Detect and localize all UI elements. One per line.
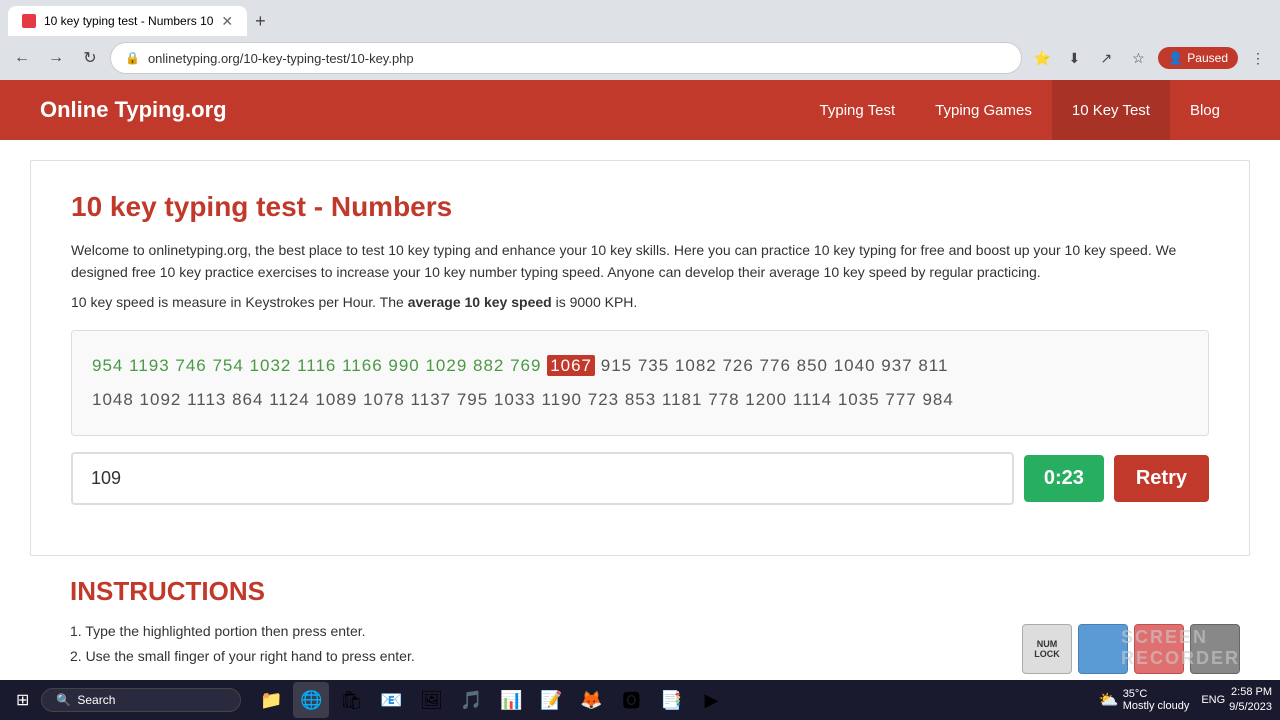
typing-input[interactable] bbox=[71, 452, 1014, 505]
taskbar-app-edge[interactable]: 🦊 bbox=[573, 682, 609, 718]
lock-icon: 🔒 bbox=[125, 51, 140, 65]
refresh-button[interactable]: ↻ bbox=[76, 44, 104, 72]
current-word: 1067 bbox=[547, 355, 595, 376]
url-text: onlinetyping.org/10-key-typing-test/10-k… bbox=[148, 51, 1007, 66]
taskbar-clock: 2:58 PM 9/5/2023 bbox=[1229, 685, 1272, 716]
download-button[interactable]: ⬇ bbox=[1060, 44, 1088, 72]
avg-speed-bold: average 10 key speed bbox=[408, 294, 552, 310]
taskbar-app-mail[interactable]: 📧 bbox=[373, 682, 409, 718]
instructions-title: INSTRUCTIONS bbox=[70, 576, 1210, 607]
clock-date: 9/5/2023 bbox=[1229, 700, 1272, 715]
tab-favicon bbox=[22, 14, 36, 28]
back-button[interactable]: ← bbox=[8, 44, 36, 72]
tab-close-button[interactable]: ✕ bbox=[221, 13, 233, 30]
taskbar-app-chrome[interactable]: 🌐 bbox=[293, 682, 329, 718]
typing-line-1: 954 1193 746 754 1032 1116 1166 990 1029… bbox=[92, 349, 1188, 383]
nav-blog[interactable]: Blog bbox=[1170, 80, 1240, 140]
search-placeholder: Search bbox=[77, 693, 115, 707]
tab-title: 10 key typing test - Numbers 10 bbox=[44, 14, 213, 28]
weather-info: 35°C Mostly cloudy bbox=[1123, 688, 1190, 712]
clock-time: 2:58 PM bbox=[1229, 685, 1272, 700]
main-nav: Typing Test Typing Games 10 Key Test Blo… bbox=[800, 80, 1240, 140]
taskbar-app-ppt[interactable]: 📑 bbox=[653, 682, 689, 718]
taskbar-sys-tray: ENG bbox=[1201, 694, 1225, 706]
bookmark-button[interactable]: ☆ bbox=[1124, 44, 1152, 72]
menu-button[interactable]: ⋮ bbox=[1244, 44, 1272, 72]
description-text: Welcome to onlinetyping.org, the best pl… bbox=[71, 239, 1209, 284]
input-row: 0:23 Retry bbox=[71, 452, 1209, 505]
num-lock-key: NUM LOCK bbox=[1022, 624, 1072, 674]
typing-line-2: 1048 1092 1113 864 1124 1089 1078 1137 7… bbox=[92, 383, 1188, 417]
share-button[interactable]: ↗ bbox=[1092, 44, 1120, 72]
search-icon: 🔍 bbox=[56, 693, 71, 707]
taskbar-app-word[interactable]: 📝 bbox=[533, 682, 569, 718]
typing-display-box: 954 1193 746 754 1032 1116 1166 990 1029… bbox=[71, 330, 1209, 436]
nav-typing-games[interactable]: Typing Games bbox=[915, 80, 1052, 140]
site-header: Online Typing.org Typing Test Typing Gam… bbox=[0, 80, 1280, 140]
windows-taskbar: ⊞ 🔍 Search 📁 🌐 🛍 📧 🖼 🎵 📊 📝 🦊 🅾 📑 ▶ ⛅ 35°… bbox=[0, 680, 1280, 720]
typed-text: 954 1193 746 754 1032 1116 1166 990 1029… bbox=[92, 356, 547, 375]
avg-speed-suffix: is 9000 KPH. bbox=[552, 294, 638, 310]
taskbar-app-store[interactable]: 🛍 bbox=[333, 682, 369, 718]
nav-10-key-test[interactable]: 10 Key Test bbox=[1052, 80, 1170, 140]
weather-desc: Mostly cloudy bbox=[1123, 700, 1190, 712]
sys-eng-label: ENG bbox=[1201, 694, 1225, 706]
extensions-button[interactable]: ⭐ bbox=[1028, 44, 1056, 72]
taskbar-app-media[interactable]: 🎵 bbox=[453, 682, 489, 718]
avg-speed-prefix: 10 key speed is measure in Keystrokes pe… bbox=[71, 294, 408, 310]
weather-icon: ⛅ bbox=[1099, 690, 1119, 710]
main-content-box: 10 key typing test - Numbers Welcome to … bbox=[30, 160, 1250, 556]
weather-temp: 35°C bbox=[1123, 688, 1190, 700]
address-bar[interactable]: 🔒 onlinetyping.org/10-key-typing-test/10… bbox=[110, 42, 1022, 74]
site-logo[interactable]: Online Typing.org bbox=[40, 97, 227, 123]
timer-display: 0:23 bbox=[1024, 455, 1104, 502]
taskbar-app-excel[interactable]: 📊 bbox=[493, 682, 529, 718]
taskbar-app-yt[interactable]: ▶ bbox=[693, 682, 729, 718]
active-tab[interactable]: 10 key typing test - Numbers 10 ✕ bbox=[8, 6, 247, 36]
toolbar-icons: ⭐ ⬇ ↗ ☆ bbox=[1028, 44, 1152, 72]
screen-recorder-badge: SCREENRECORDER bbox=[1121, 627, 1240, 669]
taskbar-weather: ⛅ 35°C Mostly cloudy bbox=[1099, 688, 1190, 712]
new-tab-button[interactable]: + bbox=[247, 7, 274, 36]
profile-label: Paused bbox=[1187, 51, 1228, 65]
taskbar-app-file-explorer[interactable]: 📁 bbox=[253, 682, 289, 718]
upcoming-text: 915 735 1082 726 776 850 1040 937 811 bbox=[595, 356, 948, 375]
start-button[interactable]: ⊞ bbox=[8, 686, 37, 714]
profile-icon: 👤 bbox=[1168, 51, 1183, 65]
taskbar-apps: 📁 🌐 🛍 📧 🖼 🎵 📊 📝 🦊 🅾 📑 ▶ bbox=[253, 682, 1094, 718]
retry-button[interactable]: Retry bbox=[1114, 455, 1209, 502]
nav-typing-test[interactable]: Typing Test bbox=[800, 80, 916, 140]
page-title: 10 key typing test - Numbers bbox=[71, 191, 1209, 223]
profile-button[interactable]: 👤 Paused bbox=[1158, 47, 1238, 69]
forward-button[interactable]: → bbox=[42, 44, 70, 72]
keyboard-area: NUM LOCK SCREENRECORDER bbox=[0, 609, 1280, 689]
typing-line-2-text: 1048 1092 1113 864 1124 1089 1078 1137 7… bbox=[92, 390, 954, 409]
taskbar-app-opera[interactable]: 🅾 bbox=[613, 682, 649, 718]
avg-speed-text: 10 key speed is measure in Keystrokes pe… bbox=[71, 294, 1209, 310]
taskbar-search-box[interactable]: 🔍 Search bbox=[41, 688, 241, 712]
taskbar-app-photos[interactable]: 🖼 bbox=[413, 682, 449, 718]
